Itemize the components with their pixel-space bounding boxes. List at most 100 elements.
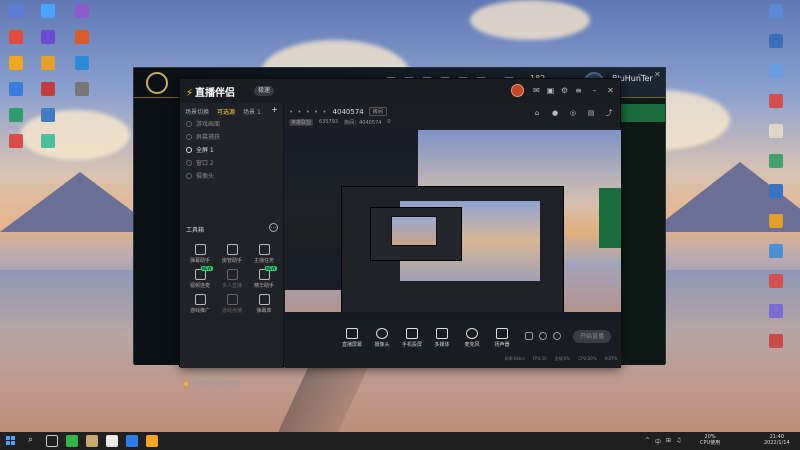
desktop-icon[interactable]: [62, 30, 102, 45]
scene-source-item[interactable]: 屏幕捕获: [180, 130, 283, 143]
desktop-icon[interactable]: [756, 64, 796, 79]
tab-scene-switch[interactable]: 场景切换: [185, 107, 209, 116]
record-icon[interactable]: ●: [551, 109, 559, 117]
streaming-app-taskbar-icon[interactable]: [146, 435, 158, 447]
desktop-icon[interactable]: [756, 154, 796, 169]
scene-source-item[interactable]: 摄像头: [180, 169, 283, 182]
help-notice-text: 斗鱼直播伴侣使用帮助: [190, 381, 241, 387]
search-icon[interactable]: ⌕: [28, 435, 40, 447]
toolbox-item[interactable]: 游戏点播: [216, 294, 248, 314]
message-icon[interactable]: ✉: [532, 86, 541, 95]
settings-icon[interactable]: ⚙: [560, 86, 569, 95]
game-logo-icon: [146, 72, 168, 94]
mode-badge[interactable]: 极速: [254, 86, 275, 96]
tray-icon[interactable]: ⊞: [666, 437, 671, 446]
camera-button[interactable]: 摄像头: [367, 328, 397, 348]
visibility-icon[interactable]: [186, 133, 192, 140]
close-icon[interactable]: ✕: [654, 70, 661, 79]
desktop-icon[interactable]: [756, 184, 796, 199]
tool-icon: NEW: [194, 266, 213, 280]
desktop-icon[interactable]: [28, 134, 68, 149]
media-button[interactable]: 多媒体: [427, 328, 457, 348]
app-icon: [41, 134, 55, 148]
desktop-icon[interactable]: [756, 34, 796, 49]
lock-icon[interactable]: ⌂: [533, 109, 541, 117]
more-icon[interactable]: …: [269, 223, 278, 232]
room-button[interactable]: 房间: [368, 107, 387, 116]
screen-capture-button[interactable]: 直播屏幕: [337, 328, 367, 348]
desktop-icon[interactable]: [28, 108, 68, 123]
tab-sources[interactable]: 可选源: [217, 107, 235, 116]
start-live-button[interactable]: 开始直播: [573, 330, 611, 343]
tool-icon: [226, 294, 238, 305]
desktop-icon[interactable]: [756, 4, 796, 19]
record-small-icon[interactable]: [525, 332, 533, 340]
minimize-icon[interactable]: –: [590, 86, 599, 95]
app-icon: [9, 4, 23, 18]
desktop-icon[interactable]: [62, 4, 102, 19]
visibility-icon[interactable]: [186, 172, 192, 179]
cpu-usage: 20% CPU使用: [700, 434, 720, 446]
tool-icon: [258, 244, 270, 255]
record-icon[interactable]: ◎: [569, 109, 577, 117]
live-preview[interactable]: [285, 130, 621, 320]
minimize-icon[interactable]: –: [638, 70, 642, 79]
microphone-button[interactable]: 麦克风: [457, 328, 487, 348]
windows-start-icon[interactable]: [6, 436, 16, 446]
scene-source-item[interactable]: 全屏 1: [180, 143, 283, 156]
file-explorer-icon[interactable]: [106, 435, 118, 447]
wechat-icon[interactable]: [66, 435, 78, 447]
toolbox-title: 工具箱: [186, 227, 205, 234]
help-notice[interactable]: 斗鱼直播伴侣使用帮助: [184, 380, 240, 387]
add-scene-icon[interactable]: +: [271, 106, 278, 114]
app-icon: [75, 56, 89, 70]
toolbox-item[interactable]: 多人直播: [216, 269, 248, 289]
toolbox-item[interactable]: 游戏推广: [184, 294, 216, 314]
tool-icon: [258, 294, 270, 305]
visibility-icon[interactable]: [186, 159, 192, 166]
desktop-icon[interactable]: [756, 334, 796, 349]
speaker-button[interactable]: 扬声器: [487, 328, 517, 348]
room-title[interactable]: • • • • •: [289, 108, 328, 116]
game-client-taskbar-icon[interactable]: [86, 435, 98, 447]
share-icon[interactable]: ⤴: [605, 109, 613, 117]
toolbox-item[interactable]: NEW 视频连麦: [184, 266, 216, 289]
task-view-icon[interactable]: [46, 435, 58, 447]
dashboard-icon[interactable]: ▤: [587, 109, 595, 117]
taskbar-clock[interactable]: 21:40 2022/1/14: [764, 434, 790, 446]
timer-icon[interactable]: [539, 332, 547, 340]
user-avatar[interactable]: [511, 84, 524, 97]
tray-icon[interactable]: ^: [645, 437, 650, 446]
desktop-icon[interactable]: [756, 94, 796, 109]
desktop-icon[interactable]: [756, 244, 796, 259]
toolbox-item[interactable]: 主播任务: [248, 244, 280, 264]
tray-icon[interactable]: 中: [655, 437, 661, 446]
status-item: 丢帧:0%: [554, 356, 571, 361]
toolbox-item[interactable]: NEW 精华助手: [248, 266, 280, 289]
menu-icon[interactable]: ≡: [574, 86, 583, 95]
desktop-icon[interactable]: [62, 82, 102, 97]
desktop-icon[interactable]: [62, 56, 102, 71]
app-icon: [75, 4, 89, 18]
gift-icon[interactable]: ▣: [546, 86, 555, 95]
desktop-icon[interactable]: [756, 274, 796, 289]
toolbox-item[interactable]: 弹幕库: [248, 294, 280, 314]
toolbox-item[interactable]: 弹幕助手: [184, 244, 216, 264]
close-icon[interactable]: ✕: [606, 86, 615, 95]
browser-icon[interactable]: [126, 435, 138, 447]
category-tag[interactable]: 英雄联盟: [289, 119, 314, 126]
gear-icon[interactable]: [553, 332, 561, 340]
visibility-icon[interactable]: [186, 146, 192, 153]
desktop-icon[interactable]: [756, 124, 796, 139]
preview-nested-app: [341, 186, 564, 314]
desktop-icon[interactable]: [756, 304, 796, 319]
app-icon: [75, 82, 89, 96]
visibility-icon[interactable]: [186, 120, 192, 127]
tray-icon[interactable]: ♫: [676, 437, 681, 446]
scene-source-item[interactable]: 游戏画面: [180, 117, 283, 130]
toolbox-item[interactable]: 房管助手: [216, 244, 248, 264]
desktop-icon[interactable]: [756, 214, 796, 229]
tab-scene-1[interactable]: 场景 1: [243, 107, 261, 116]
phone-cast-button[interactable]: 手机投屏: [397, 328, 427, 348]
scene-source-item[interactable]: 窗口 2: [180, 156, 283, 169]
